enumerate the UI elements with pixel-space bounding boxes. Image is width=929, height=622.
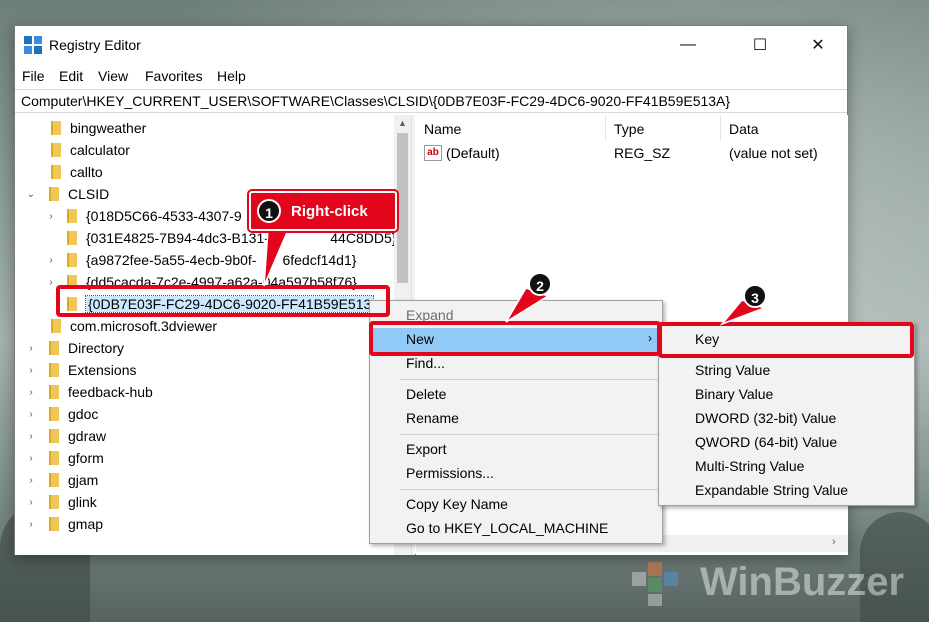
highlight-key-item [658, 322, 914, 358]
tree-item-3dviewer[interactable]: com.microsoft.3dviewer [29, 315, 217, 337]
folder-icon [67, 231, 77, 245]
expand-chevron-icon[interactable]: › [25, 409, 37, 420]
menu-item-delete[interactable]: Delete [370, 383, 662, 407]
maximize-button[interactable]: ☐ [731, 26, 789, 64]
menu-separator [400, 379, 660, 380]
scroll-thumb[interactable] [397, 133, 408, 283]
folder-icon [51, 319, 61, 333]
expand-chevron-icon[interactable]: › [25, 431, 37, 442]
expand-chevron-icon[interactable]: › [25, 475, 37, 486]
menu-edit[interactable]: Edit [59, 68, 83, 84]
folder-icon [49, 429, 59, 443]
menu-file[interactable]: File [22, 68, 45, 84]
expand-chevron-icon[interactable]: › [25, 453, 37, 464]
folder-icon [67, 209, 77, 223]
expand-chevron-icon[interactable]: › [45, 277, 57, 288]
callout-label: Right-click [291, 203, 368, 220]
tree-item-gdraw[interactable]: › gdraw [25, 425, 106, 447]
folder-icon [49, 407, 59, 421]
tree-item-bingweather[interactable]: bingweather [29, 117, 146, 139]
menu-item-rename[interactable]: Rename [370, 407, 662, 431]
scroll-up-icon[interactable]: ▲ [398, 118, 407, 128]
folder-icon [51, 143, 61, 157]
tree-item-callto[interactable]: callto [29, 161, 103, 183]
expand-chevron-icon[interactable]: › [25, 387, 37, 398]
folder-icon [49, 385, 59, 399]
highlight-selected-key [56, 285, 390, 317]
menu-item-copy-key-name[interactable]: Copy Key Name [370, 493, 662, 517]
tree-item-extensions[interactable]: › Extensions [25, 359, 136, 381]
scroll-right-icon[interactable]: › [832, 536, 836, 548]
tree-item-gmap[interactable]: › gmap [25, 513, 103, 535]
value-type: REG_SZ [614, 145, 671, 161]
submenu-item-qword-value[interactable]: QWORD (64-bit) Value [659, 431, 914, 455]
registry-editor-icon [24, 36, 42, 54]
submenu-item-expandable-string-value[interactable]: Expandable String Value [659, 479, 914, 503]
folder-icon [49, 187, 59, 201]
window-title: Registry Editor [49, 37, 141, 53]
folder-icon [49, 341, 59, 355]
expand-chevron-icon[interactable]: › [25, 519, 37, 530]
menu-favorites[interactable]: Favorites [145, 68, 203, 84]
folder-icon [51, 165, 61, 179]
step-badge-3: 3 [743, 284, 767, 308]
menu-help[interactable]: Help [217, 68, 246, 84]
tree-item-feedback-hub[interactable]: › feedback-hub [25, 381, 153, 403]
winbuzzer-logo-icon [632, 562, 678, 606]
folder-icon [51, 121, 61, 135]
tree-item-clsid-3[interactable]: › {a9872fee-5a55-4ecb-9b0f- 6fedcf14d1} [45, 249, 356, 271]
minimize-button[interactable]: — [659, 26, 717, 64]
highlight-new-item [369, 321, 661, 356]
step-badge-1: 1 [257, 199, 281, 223]
folder-icon [49, 473, 59, 487]
tree-item-clsid[interactable]: ⌄ CLSID [25, 183, 109, 205]
column-header-type[interactable]: Type [606, 115, 721, 141]
tree-item-directory[interactable]: › Directory [25, 337, 124, 359]
right-click-callout: 1 Right-click [247, 189, 399, 233]
submenu-item-dword-value[interactable]: DWORD (32-bit) Value [659, 407, 914, 431]
title-bar[interactable]: Registry Editor — ☐ ✕ [15, 26, 847, 64]
tree-item-gdoc[interactable]: › gdoc [25, 403, 98, 425]
column-header-data[interactable]: Data [721, 115, 848, 141]
expand-chevron-icon[interactable]: › [25, 365, 37, 376]
folder-icon [49, 517, 59, 531]
menu-separator [400, 434, 660, 435]
expand-chevron-icon[interactable]: › [25, 343, 37, 354]
folder-icon [49, 495, 59, 509]
tree-item-gjam[interactable]: › gjam [25, 469, 98, 491]
submenu-item-multi-string-value[interactable]: Multi-String Value [659, 455, 914, 479]
column-header-name[interactable]: Name [416, 115, 606, 141]
menu-separator [400, 489, 660, 490]
menu-view[interactable]: View [98, 68, 128, 84]
expand-chevron-icon[interactable]: › [45, 211, 57, 222]
menu-item-permissions[interactable]: Permissions... [370, 462, 662, 486]
menu-bar: File Edit View Favorites Help [15, 66, 847, 88]
string-value-icon: ab [424, 145, 442, 161]
submenu-item-string-value[interactable]: String Value [659, 359, 914, 383]
step-badge-2: 2 [528, 272, 552, 296]
close-button[interactable]: ✕ [789, 26, 847, 64]
menu-item-export[interactable]: Export [370, 438, 662, 462]
expand-chevron-icon[interactable]: › [25, 497, 37, 508]
folder-icon [49, 451, 59, 465]
tree-item-gform[interactable]: › gform [25, 447, 103, 469]
folder-icon [67, 253, 77, 267]
watermark-text: WinBuzzer [700, 560, 905, 604]
collapse-chevron-icon[interactable]: ⌄ [25, 189, 37, 200]
tree-item-calculator[interactable]: calculator [29, 139, 130, 161]
tree-item-glink[interactable]: › glink [25, 491, 96, 513]
tree-item-clsid-1[interactable]: › {018D5C66-4533-4307-9 [45, 205, 241, 227]
menu-item-goto-hklm[interactable]: Go to HKEY_LOCAL_MACHINE [370, 517, 662, 541]
key-tree-pane: bingweather calculator callto ⌄ CLSID › {0… [15, 115, 411, 555]
folder-icon [49, 363, 59, 377]
tree-item-clsid-2-tail: 44C8DD5} [330, 230, 397, 246]
tree-item-clsid-3-tail: 6fedcf14d1} [282, 252, 357, 268]
value-data: (value not set) [729, 145, 818, 161]
submenu-item-binary-value[interactable]: Binary Value [659, 383, 914, 407]
address-bar[interactable]: Computer\HKEY_CURRENT_USER\SOFTWARE\Clas… [15, 89, 847, 113]
value-name[interactable]: (Default) [446, 145, 500, 161]
expand-chevron-icon[interactable]: › [45, 255, 57, 266]
